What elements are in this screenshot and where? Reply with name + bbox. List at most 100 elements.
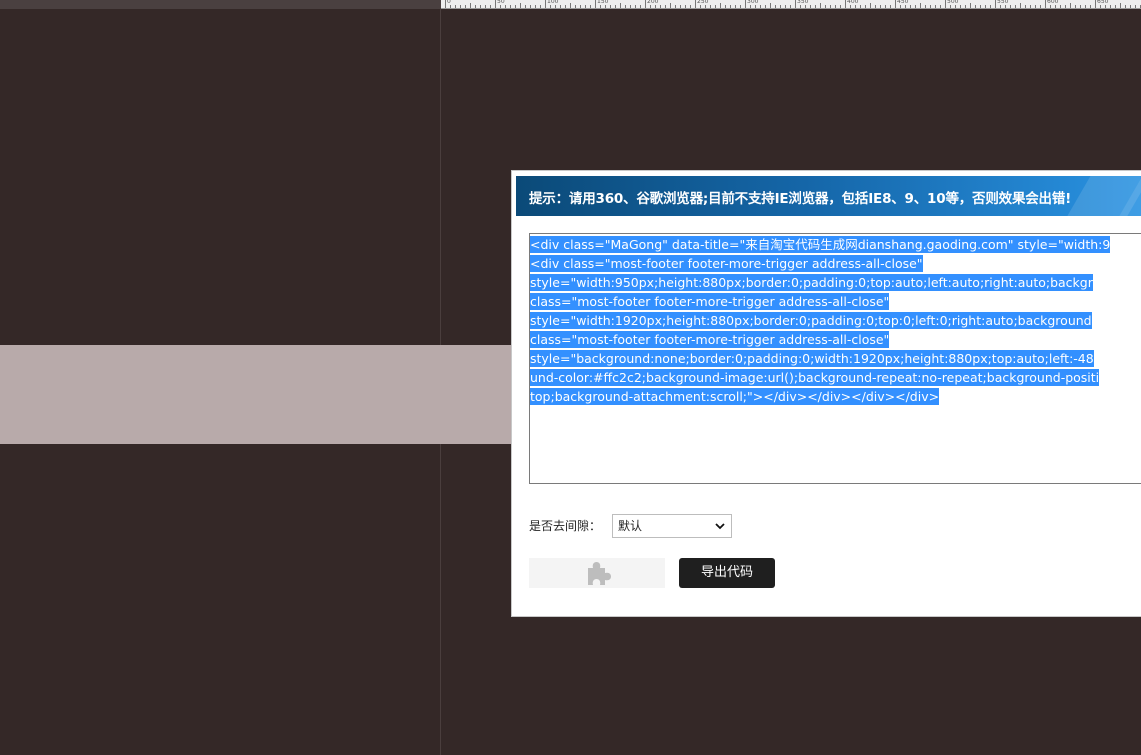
ruler-minor-tick [655, 5, 656, 8]
ruler-minor-tick [605, 5, 606, 8]
ruler-minor-tick [1125, 5, 1126, 8]
ruler-major-tick [445, 0, 446, 8]
ruler-minor-tick [780, 5, 781, 8]
ruler-minor-tick [820, 3, 821, 8]
ruler-minor-tick [880, 5, 881, 8]
ruler-minor-tick [480, 5, 481, 8]
ruler-minor-tick [1115, 5, 1116, 8]
ruler-minor-tick [650, 5, 651, 8]
ruler-minor-tick [680, 5, 681, 8]
ruler-minor-tick [735, 5, 736, 8]
ruler-minor-tick [1030, 5, 1031, 8]
ruler-minor-tick [985, 5, 986, 8]
ruler-minor-tick [690, 5, 691, 8]
ruler-minor-tick [540, 5, 541, 8]
ruler-minor-tick [485, 5, 486, 8]
ruler-label: 250 [697, 0, 709, 5]
code-line: class="most-footer footer-more-trigger a… [530, 292, 1141, 311]
ruler-minor-tick [630, 5, 631, 8]
ruler-minor-tick [885, 5, 886, 8]
ruler-minor-tick [615, 5, 616, 8]
ruler-minor-tick [1035, 5, 1036, 8]
code-line-text: style="background:none;border:0;padding:… [530, 350, 1094, 367]
ruler-minor-tick [1105, 5, 1106, 8]
ruler-minor-tick [560, 5, 561, 8]
ruler-minor-tick [710, 5, 711, 8]
ruler-minor-tick [825, 5, 826, 8]
ruler-minor-tick [925, 5, 926, 8]
ruler-minor-tick [865, 5, 866, 8]
ruler-major-tick [795, 0, 796, 8]
ruler-major-tick [695, 0, 696, 8]
ruler-major-tick [595, 0, 596, 8]
ruler-minor-tick [450, 5, 451, 8]
ruler-minor-tick [590, 5, 591, 8]
ruler-minor-tick [1015, 5, 1016, 8]
ruler-major-tick [895, 0, 896, 8]
ruler-minor-tick [950, 5, 951, 8]
code-line: top;background-attachment:scroll;"></div… [530, 387, 1141, 406]
ruler-minor-tick [1070, 3, 1071, 8]
ruler-minor-tick [455, 5, 456, 8]
export-code-button[interactable]: 导出代码 [679, 558, 775, 588]
ruler-minor-tick [935, 5, 936, 8]
ruler-minor-tick [1040, 5, 1041, 8]
ruler-minor-tick [1010, 5, 1011, 8]
code-line: style="background:none;border:0;padding:… [530, 349, 1141, 368]
ruler-minor-tick [1120, 3, 1121, 8]
ruler-minor-tick [805, 5, 806, 8]
ruler-minor-tick [815, 5, 816, 8]
ruler-label: 650 [1097, 0, 1109, 5]
ruler-minor-tick [1130, 5, 1131, 8]
ruler-major-tick [645, 0, 646, 8]
ruler-minor-tick [990, 5, 991, 8]
ruler-minor-tick [505, 5, 506, 8]
ruler-minor-tick [465, 5, 466, 8]
code-line: <div class="most-footer footer-more-trig… [530, 254, 1141, 273]
dialog-title: 提示：请用360、谷歌浏览器;目前不支持IE浏览器，包括IE8、9、10等，否则… [529, 191, 1072, 207]
ruler-minor-tick [915, 5, 916, 8]
ruler-label: 150 [597, 0, 609, 5]
ruler-minor-tick [1050, 5, 1051, 8]
ruler-minor-tick [980, 5, 981, 8]
plugin-button[interactable] [529, 558, 665, 588]
ruler-minor-tick [730, 5, 731, 8]
ruler-minor-tick [970, 3, 971, 8]
ruler-minor-tick [775, 5, 776, 8]
code-line: style="width:950px;height:880px;border:0… [530, 273, 1141, 292]
ruler-minor-tick [860, 5, 861, 8]
ruler-major-tick [1045, 0, 1046, 8]
ruler-minor-tick [940, 5, 941, 8]
ruler-minor-tick [660, 5, 661, 8]
code-line: style="width:1920px;height:880px;border:… [530, 311, 1141, 330]
ruler-major-tick [1095, 0, 1096, 8]
code-line-text: <div class="MaGong" data-title="来自淘宝代码生成… [530, 236, 1111, 253]
ruler-minor-tick [905, 5, 906, 8]
ruler-minor-tick [1020, 3, 1021, 8]
ruler-minor-tick [810, 5, 811, 8]
ruler-minor-tick [515, 5, 516, 8]
ruler-minor-tick [535, 5, 536, 8]
code-line-text: <div class="most-footer footer-more-trig… [530, 255, 923, 272]
ruler-minor-tick [460, 5, 461, 8]
ruler-minor-tick [715, 5, 716, 8]
ruler-minor-tick [755, 5, 756, 8]
horizontal-ruler[interactable]: 0 50 100 150 200 250 300 350 400 450 500 550 600 650 [441, 0, 1141, 9]
gap-select-value: 默认 [618, 519, 643, 533]
code-textarea[interactable]: <div class="MaGong" data-title="来自淘宝代码生成… [529, 233, 1141, 484]
ruler-minor-tick [510, 5, 511, 8]
ruler-minor-tick [975, 5, 976, 8]
ruler-label: 100 [547, 0, 559, 5]
ruler-minor-tick [500, 5, 501, 8]
ruler-minor-tick [525, 5, 526, 8]
gap-select[interactable]: 默认 [612, 514, 732, 538]
ruler-major-tick [745, 0, 746, 8]
ruler-label: 450 [897, 0, 909, 5]
ruler-minor-tick [965, 5, 966, 8]
ruler-minor-tick [580, 5, 581, 8]
ruler-label: 350 [797, 0, 809, 5]
ruler-minor-tick [1065, 5, 1066, 8]
ruler-minor-tick [1080, 5, 1081, 8]
ruler-minor-tick [700, 5, 701, 8]
code-line: <div class="MaGong" data-title="来自淘宝代码生成… [530, 235, 1141, 254]
